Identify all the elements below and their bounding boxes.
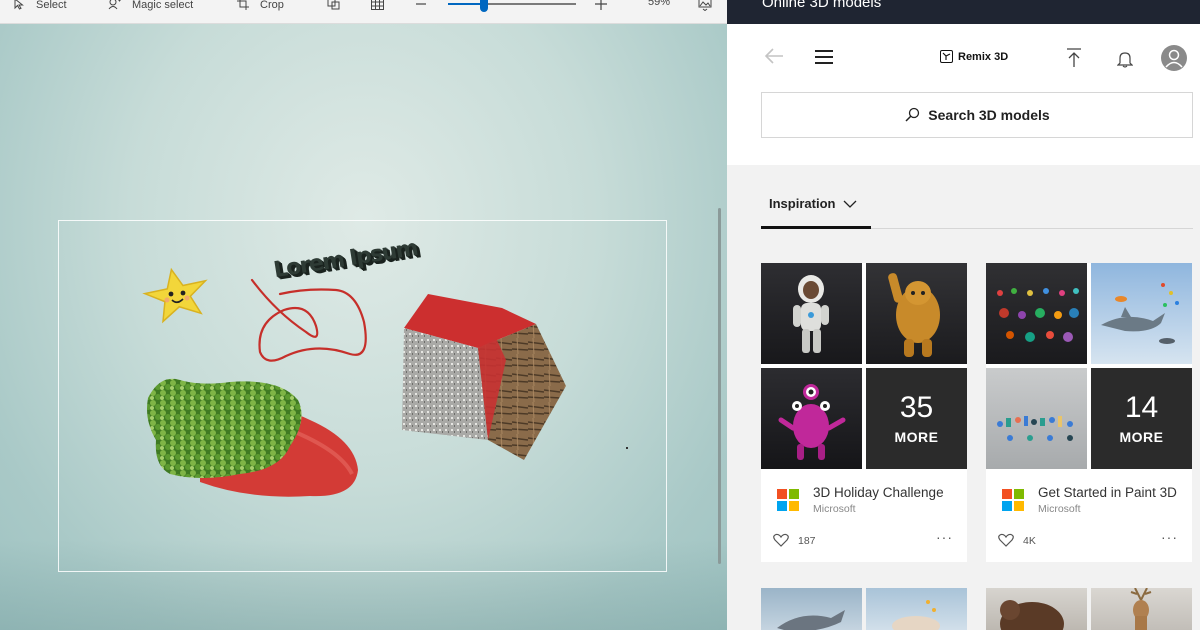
heart-icon[interactable] [773, 533, 789, 547]
more-label: MORE [1119, 428, 1164, 445]
microsoft-logo-icon [1002, 489, 1024, 511]
heart-icon[interactable] [998, 533, 1014, 547]
crop-tool[interactable]: Crop [236, 0, 284, 14]
sea-life-thumbnail[interactable] [1091, 263, 1192, 364]
hamburger-line [815, 62, 833, 64]
more-models-tile[interactable]: 35 MORE [866, 368, 967, 469]
bush-shoe-model[interactable] [140, 370, 362, 502]
star-sticker[interactable] [140, 266, 218, 326]
select-tool[interactable]: Select [12, 0, 67, 14]
crop-label: Crop [260, 0, 284, 11]
canvas-area[interactable]: Select Magic select Crop 59% Lorem Ipsum [0, 0, 727, 630]
canvas-dot [626, 447, 628, 449]
menu-button[interactable] [815, 50, 833, 64]
zoom-slider-fill [448, 3, 484, 5]
tab-inspiration-label: Inspiration [769, 196, 836, 211]
card-info: Get Started in Paint 3D Microsoft 4K ··· [986, 469, 1192, 562]
bigfoot-thumbnail[interactable] [866, 263, 967, 364]
collection-card-get-started[interactable]: 14 MORE Get Started in Paint 3D Microsof… [986, 263, 1192, 562]
card-title[interactable]: 3D Holiday Challenge [813, 485, 944, 500]
search-3d-models-button[interactable]: Search 3D models [761, 92, 1193, 138]
magic-select-tool[interactable]: Magic select [108, 0, 193, 14]
microsoft-logo-icon [777, 489, 799, 511]
mixed-reality-button[interactable] [326, 0, 340, 14]
minus-icon [414, 0, 428, 13]
top-toolbar: Select Magic select Crop 59% [0, 0, 727, 24]
tab-active-indicator [761, 226, 871, 229]
chevron-down-icon [843, 200, 857, 208]
search-icon [905, 107, 920, 122]
zoom-value: 59% [648, 0, 671, 8]
zoom-out-button[interactable] [414, 0, 428, 14]
view-options-button[interactable] [698, 0, 712, 14]
more-count: 35 [899, 390, 934, 424]
zoom-in-button[interactable] [594, 0, 608, 14]
card-author: Microsoft [1038, 503, 1081, 515]
collection-card-holiday[interactable]: 35 MORE 3D Holiday Challenge Microsoft 1… [761, 263, 967, 562]
more-models-tile[interactable]: 14 MORE [1091, 368, 1192, 469]
shark-thumbnail[interactable] [761, 588, 862, 630]
hamburger-line [815, 56, 833, 58]
canvas-scrollbar[interactable] [718, 208, 721, 564]
more-options-icon[interactable]: ··· [936, 529, 953, 545]
deer-thumbnail[interactable] [1091, 588, 1192, 630]
mixed-reality-icon [326, 0, 340, 13]
holiday-items-thumbnail[interactable] [986, 263, 1087, 364]
crop-icon [236, 0, 250, 13]
red-scribble-drawing[interactable] [246, 272, 376, 368]
remix-3d-link[interactable]: Remix 3D [940, 50, 1008, 63]
card-info: 3D Holiday Challenge Microsoft 187 ··· [761, 469, 967, 562]
more-options-icon[interactable]: ··· [1161, 529, 1178, 545]
bear-thumbnail[interactable] [986, 588, 1087, 630]
grid-button[interactable] [370, 0, 384, 14]
upload-icon[interactable] [1066, 48, 1082, 68]
magic-select-label: Magic select [132, 0, 194, 11]
monster-thumbnail[interactable] [761, 368, 862, 469]
more-count: 14 [1124, 390, 1159, 424]
back-arrow-icon [764, 48, 783, 64]
panel-title: Online 3D models [762, 0, 882, 11]
hamburger-line [815, 50, 833, 52]
astronaut-thumbnail[interactable] [761, 263, 862, 364]
bark-cube-model[interactable] [384, 290, 568, 462]
tab-divider [871, 228, 1193, 229]
tab-inspiration[interactable]: Inspiration [769, 196, 857, 211]
remix-3d-icon [940, 50, 953, 63]
cursor-icon [12, 0, 26, 13]
shapes-thumbnail[interactable] [986, 368, 1087, 469]
notification-bell-icon[interactable] [1117, 50, 1133, 68]
zoom-slider-thumb[interactable] [479, 0, 488, 12]
back-button[interactable] [763, 46, 785, 72]
more-label: MORE [894, 428, 939, 445]
thumbnail-grid: 14 MORE [986, 263, 1192, 469]
thumbnail-grid: 35 MORE [761, 263, 967, 469]
grid-icon [370, 0, 384, 13]
user-avatar[interactable] [1161, 45, 1187, 71]
card-author: Microsoft [813, 503, 856, 515]
fish-thumbnail[interactable] [866, 588, 967, 630]
like-count: 4K [1023, 535, 1036, 547]
person-icon [1165, 49, 1183, 68]
zoom-slider[interactable] [448, 0, 576, 12]
select-label: Select [36, 0, 67, 11]
panel-scrollbar[interactable] [1194, 228, 1200, 630]
image-view-icon [698, 0, 712, 14]
remix-3d-label: Remix 3D [958, 50, 1009, 63]
card-title[interactable]: Get Started in Paint 3D [1038, 485, 1177, 500]
like-count: 187 [798, 535, 816, 547]
plus-icon [594, 0, 608, 14]
magic-select-icon [108, 0, 122, 13]
search-label: Search 3D models [928, 107, 1050, 123]
